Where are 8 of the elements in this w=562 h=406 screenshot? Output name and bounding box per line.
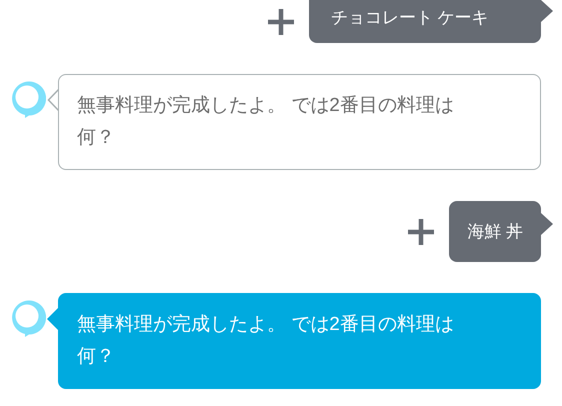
speech-tail (541, 213, 553, 235)
assistant-message: 無事料理が完成したよ。 では2番目の料理は何？ (58, 293, 541, 389)
speech-tail (47, 88, 59, 112)
assistant-message: 無事料理が完成したよ。 では2番目の料理は何？ (58, 74, 541, 170)
plus-icon[interactable] (267, 8, 295, 36)
plus-icon[interactable] (407, 218, 436, 246)
user-message: 海鮮 丼 (449, 201, 541, 262)
speech-tail (541, 0, 553, 22)
